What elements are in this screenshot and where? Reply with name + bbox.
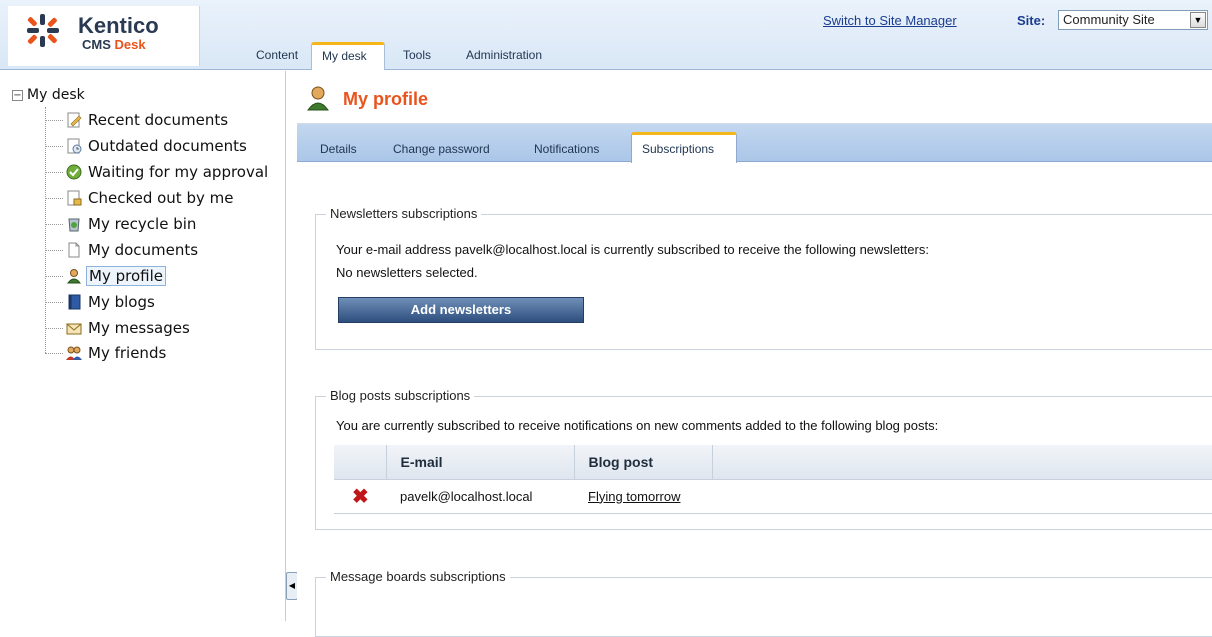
- profile-tabs: Details Change password Notifications Su…: [297, 124, 1212, 163]
- logo-desk-text: Desk: [114, 37, 146, 52]
- email-cell: pavelk@localhost.local: [386, 479, 574, 514]
- tree-connector: [45, 276, 63, 277]
- tree-item-label: My messages: [88, 319, 190, 337]
- site-select-value: Community Site: [1063, 12, 1155, 27]
- nav-tab-my-desk[interactable]: My desk: [311, 42, 385, 70]
- logo-cms-text: CMS: [82, 37, 111, 52]
- blog-post-link[interactable]: Flying tomorrow: [588, 489, 680, 504]
- blogs-icon: [68, 294, 81, 310]
- friends-icon: [66, 346, 82, 360]
- tree-item-label: My profile: [86, 266, 166, 286]
- section-legend: Message boards subscriptions: [326, 569, 510, 584]
- outdated-documents-icon: [67, 138, 82, 154]
- messages-icon: [66, 323, 82, 335]
- tree-item-label: Outdated documents: [88, 137, 247, 155]
- documents-icon: [68, 242, 80, 258]
- tree-connector: [45, 172, 63, 173]
- table-row: ✖ pavelk@localhost.local Flying tomorrow: [334, 479, 1212, 514]
- tree-item-label: My recycle bin: [88, 215, 197, 233]
- switch-to-site-manager-link[interactable]: Switch to Site Manager: [823, 13, 957, 28]
- tree-item-label: Waiting for my approval: [88, 163, 269, 181]
- actions-cell: ✖: [334, 479, 386, 514]
- page-header: My profile: [297, 71, 1212, 124]
- newsletters-section: Newsletters subscriptions Your e-mail ad…: [315, 206, 1212, 350]
- message-boards-section: Message boards subscriptions: [315, 569, 1212, 637]
- tab-change-password[interactable]: Change password: [393, 142, 490, 156]
- blog-subscriptions-table: E-mail Blog post ✖ pavelk@localhost.loca…: [334, 445, 1212, 514]
- tree-connector: [45, 107, 46, 353]
- tab-notifications[interactable]: Notifications: [534, 142, 599, 156]
- site-label: Site:: [1017, 13, 1046, 28]
- recent-documents-icon: [67, 112, 82, 128]
- tab-subscriptions-label: Subscriptions: [642, 142, 715, 156]
- nav-tab-content[interactable]: Content: [256, 48, 298, 62]
- kentico-logo-icon: [27, 14, 59, 47]
- section-legend: Blog posts subscriptions: [326, 388, 475, 403]
- approval-icon: [66, 164, 82, 180]
- page-title: My profile: [343, 89, 429, 109]
- tab-details[interactable]: Details: [320, 142, 357, 156]
- blog-posts-section: Blog posts subscriptions You are current…: [315, 388, 1212, 530]
- tab-subscriptions[interactable]: Subscriptions: [631, 132, 737, 163]
- blog-post-column-header[interactable]: Blog post: [574, 445, 713, 480]
- tree-connector: [45, 224, 63, 225]
- tree-item-label: Checked out by me: [88, 189, 234, 207]
- tree-connector: [45, 353, 63, 354]
- filler-cell: [712, 479, 1212, 514]
- kentico-logo[interactable]: Kentico CMS Desk: [8, 6, 200, 66]
- profile-icon: [307, 86, 329, 111]
- nav-tab-my-desk-label: My desk: [322, 49, 367, 63]
- tree-item-label: My blogs: [88, 293, 155, 311]
- logo-text: Kentico: [78, 13, 159, 38]
- table-header-row: E-mail Blog post: [334, 445, 1212, 480]
- site-select[interactable]: Community Site ▼: [1058, 10, 1208, 30]
- email-column-header[interactable]: E-mail: [386, 445, 575, 480]
- recycle-bin-icon: [68, 218, 80, 232]
- app-header: Kentico CMS Desk Switch to Site Manager …: [0, 0, 1212, 70]
- tree-connector: [45, 328, 63, 329]
- tree-root[interactable]: − My desk: [12, 87, 85, 103]
- actions-column-header: [334, 445, 387, 480]
- tree-root-label: My desk: [27, 87, 85, 103]
- nav-tab-tools[interactable]: Tools: [403, 48, 431, 62]
- collapse-icon[interactable]: −: [12, 90, 23, 101]
- section-legend: Newsletters subscriptions: [326, 206, 482, 221]
- tree-connector: [45, 302, 63, 303]
- blog-post-cell: Flying tomorrow: [574, 479, 712, 514]
- profile-icon: [66, 269, 82, 284]
- chevron-down-icon[interactable]: ▼: [1190, 12, 1206, 28]
- tree-connector: [45, 146, 63, 147]
- tree-connector: [45, 120, 63, 121]
- add-newsletters-button[interactable]: Add newsletters: [338, 297, 584, 323]
- tree-item-label: My friends: [88, 344, 167, 362]
- newsletters-description: Your e-mail address pavelk@localhost.loc…: [336, 242, 929, 257]
- newsletters-empty-message: No newsletters selected.: [336, 265, 478, 280]
- delete-icon[interactable]: ✖: [352, 486, 369, 508]
- top-navigation: Content My desk Tools Administration: [200, 42, 1212, 70]
- blog-posts-description: You are currently subscribed to receive …: [336, 418, 939, 433]
- tree-connector: [45, 250, 63, 251]
- logo-subtitle: CMS Desk: [82, 37, 146, 52]
- tree-item-label: My documents: [88, 241, 199, 259]
- nav-tab-administration[interactable]: Administration: [466, 48, 542, 62]
- tree-item-label: Recent documents: [88, 111, 229, 129]
- checked-out-icon: [67, 190, 82, 206]
- filler-column-header: [712, 445, 1212, 480]
- main-content: My profile Details Change password Notif…: [297, 71, 1212, 637]
- my-desk-tree: − My desk Recent documents Outdated docum…: [0, 71, 286, 621]
- tree-connector: [45, 198, 63, 199]
